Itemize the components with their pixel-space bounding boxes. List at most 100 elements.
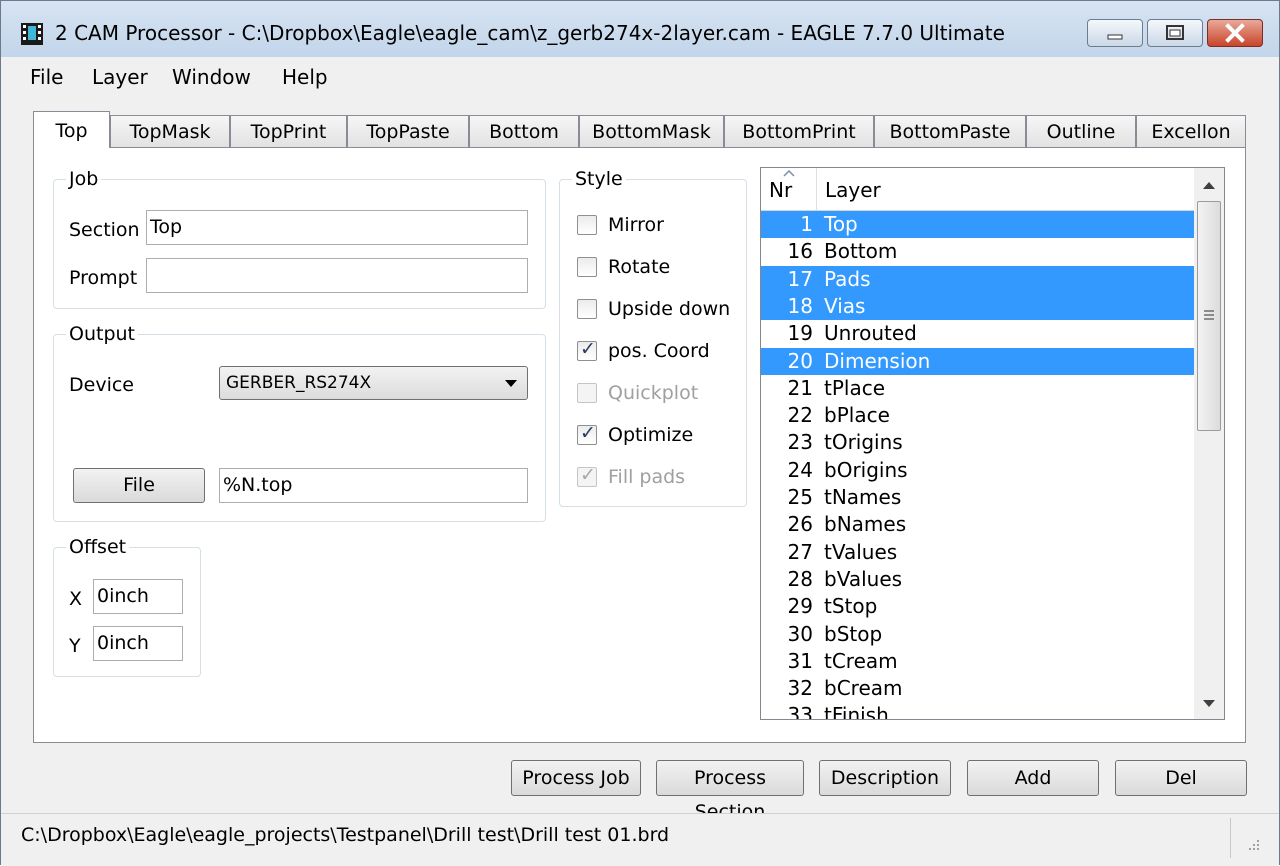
menu-file[interactable]: File [30,65,63,89]
grip-icon [1204,310,1214,320]
fill-pads-checkbox: ✓ [577,464,597,487]
add-button[interactable]: Add [967,760,1099,796]
file-input[interactable]: %N.top [219,468,528,503]
pos-coord-label[interactable]: pos. Coord [608,340,710,362]
scroll-up-icon[interactable] [1202,180,1216,190]
optimize-label[interactable]: Optimize [608,424,693,446]
device-select[interactable]: GERBER_RS274X [219,366,528,400]
layer-list-header: Nr Layer [761,168,1194,211]
layer-row[interactable]: 21 tPlace [761,375,1194,402]
layer-list[interactable]: Nr Layer 1 Top 16 Bottom 17 Pads 18 Vias 19 Unrou… [760,167,1225,720]
status-path: C:\Dropbox\Eagle\eagle_projects\Testpane… [21,824,670,846]
layer-nr: 27 [787,539,813,564]
layer-name: tFinish [824,703,889,720]
layer-row[interactable]: 26 bNames [761,511,1194,538]
layer-row[interactable]: 24 bOrigins [761,457,1194,484]
scroll-down-icon[interactable] [1202,699,1216,709]
layer-nr: 17 [787,266,813,291]
upside-down-label[interactable]: Upside down [608,298,730,320]
resize-grip-icon[interactable] [1245,836,1261,852]
layer-row[interactable]: 31 tCream [761,648,1194,675]
menu-help[interactable]: Help [282,65,328,89]
scrollbar-thumb[interactable] [1197,201,1221,431]
status-bar: C:\Dropbox\Eagle\eagle_projects\Testpane… [1,813,1279,866]
vertical-scrollbar[interactable] [1194,168,1224,719]
cam-processor-window: 2 CAM Processor - C:\Dropbox\Eagle\eagle… [0,0,1280,866]
layer-row[interactable]: 22 bPlace [761,402,1194,429]
process-job-button[interactable]: Process Job [511,760,641,796]
layer-name: bCream [824,676,903,701]
column-nr-label: Nr [769,178,793,202]
layer-nr: 31 [787,648,813,673]
layer-row[interactable]: 25 tNames [761,484,1194,511]
layer-name: bValues [824,566,903,591]
title-bar[interactable]: 2 CAM Processor - C:\Dropbox\Eagle\eagle… [1,1,1279,57]
layer-nr: 23 [787,430,813,455]
close-button[interactable] [1207,19,1263,47]
minimize-button[interactable] [1087,19,1143,47]
tab-outline[interactable]: Outline [1026,115,1136,147]
section-input[interactable]: Top [146,210,528,245]
job-group-label: Job [66,168,102,190]
layer-name: tNames [824,485,902,509]
layer-nr: 26 [787,512,813,537]
layer-nr: 16 [787,239,813,264]
tab-toppaste[interactable]: TopPaste [347,115,469,147]
layer-row[interactable]: 32 bCream [761,675,1194,702]
layer-name: tCream [824,648,898,673]
layer-name: Pads [824,266,871,291]
close-icon [1225,23,1245,43]
optimize-checkbox[interactable]: ✓ [577,422,597,445]
layer-row[interactable]: 33 tFinish [761,702,1194,720]
offset-x-label: X [69,588,83,610]
layer-row[interactable]: 29 tStop [761,593,1194,620]
tab-bottommask[interactable]: BottomMask [579,115,724,147]
column-layer-label: Layer [825,178,881,202]
layer-row[interactable]: 23 tOrigins [761,429,1194,456]
tab-topprint[interactable]: TopPrint [230,115,347,147]
tab-bottompaste[interactable]: BottomPaste [874,115,1026,147]
column-header-nr[interactable]: Nr [761,168,817,210]
layer-row[interactable]: 17 Pads [761,265,1194,293]
offset-y-label: Y [69,635,81,657]
layer-name: Unrouted [824,321,917,346]
layer-name: bNames [824,512,907,537]
layer-nr: 25 [787,485,813,509]
rotate-label[interactable]: Rotate [608,256,670,278]
column-header-layer[interactable]: Layer [817,168,1194,210]
offset-y-input[interactable]: 0inch [93,626,183,661]
description-button[interactable]: Description [819,760,951,796]
layer-row[interactable]: 19 Unrouted [761,320,1194,347]
file-button[interactable]: File [73,468,205,503]
process-section-button[interactable]: Process Section [656,760,804,823]
tab-topmask[interactable]: TopMask [110,115,230,147]
upside-down-checkbox[interactable] [577,299,597,319]
del-button[interactable]: Del [1115,760,1247,796]
tab-bottomprint[interactable]: BottomPrint [724,115,874,147]
menu-window[interactable]: Window [172,65,251,89]
layer-nr: 20 [787,348,813,373]
layer-row[interactable]: 18 Vias [761,292,1194,320]
pos-coord-checkbox[interactable]: ✓ [577,338,597,361]
tab-bottom[interactable]: Bottom [469,115,579,147]
layer-row[interactable]: 16 Bottom [761,238,1194,265]
tab-top[interactable]: Top [33,111,110,148]
mirror-checkbox[interactable] [577,215,597,235]
layer-row[interactable]: 27 tValues [761,539,1194,566]
layer-row[interactable]: 30 bStop [761,621,1194,648]
layer-row[interactable]: 1 Top [761,211,1194,238]
rotate-checkbox[interactable] [577,257,597,277]
checkmark-icon: ✓ [580,338,596,360]
layer-name: tPlace [824,375,886,400]
tab-excellon[interactable]: Excellon [1136,115,1246,147]
prompt-input[interactable] [146,258,528,293]
offset-x-input[interactable]: 0inch [93,579,183,614]
status-divider [1230,818,1231,858]
layer-nr: 28 [787,566,813,591]
maximize-button[interactable] [1147,19,1203,47]
menu-bar: File Layer Window Help [1,57,1279,95]
layer-row[interactable]: 20 Dimension [761,347,1194,375]
mirror-label[interactable]: Mirror [608,214,664,236]
menu-layer[interactable]: Layer [92,65,148,89]
layer-row[interactable]: 28 bValues [761,566,1194,593]
